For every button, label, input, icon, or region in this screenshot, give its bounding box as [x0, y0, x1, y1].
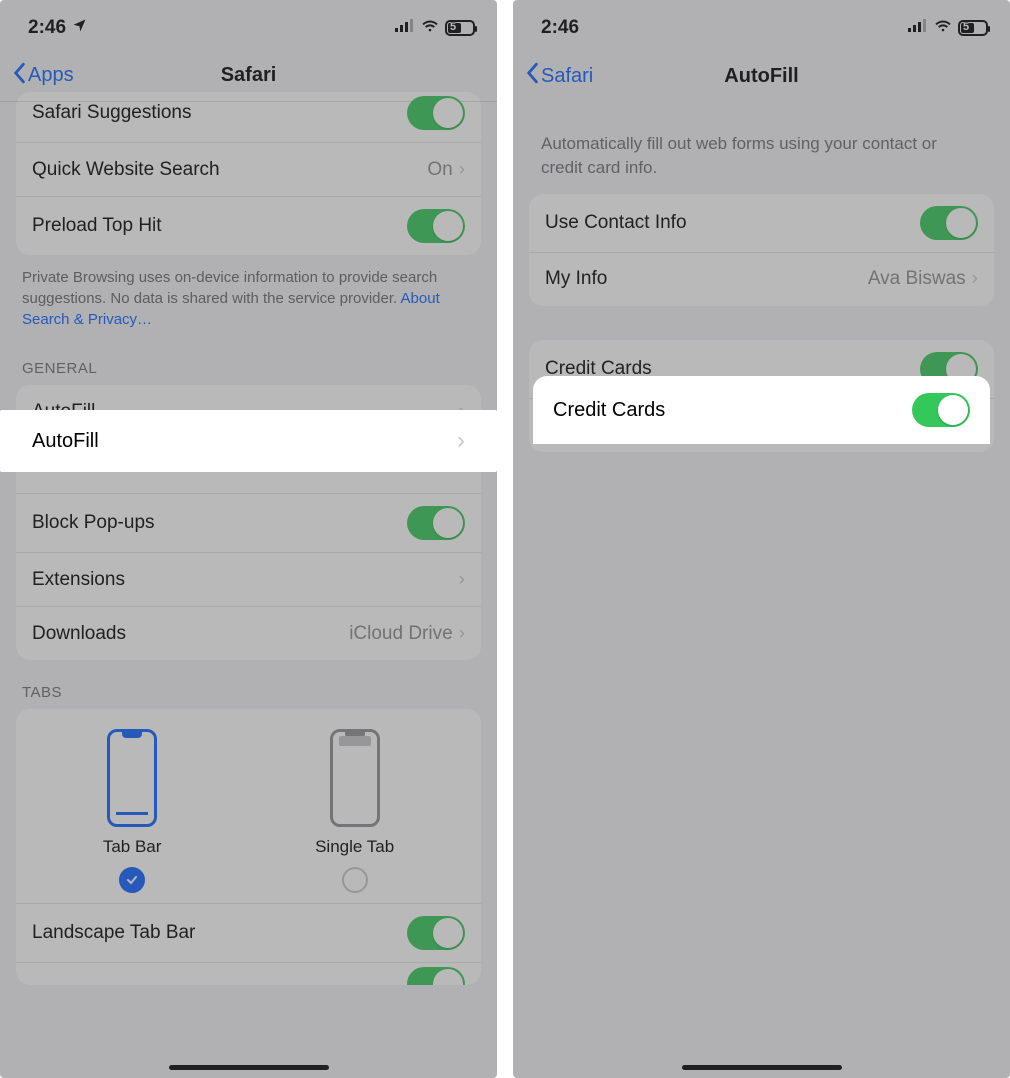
back-button[interactable]: Apps: [0, 62, 74, 90]
section-header-general: GENERAL: [0, 336, 497, 385]
wifi-icon: [934, 19, 952, 38]
home-indicator: [682, 1065, 842, 1070]
label: Block Pop-ups: [32, 512, 407, 534]
wifi-icon: [421, 19, 439, 38]
label: Landscape Tab Bar: [32, 922, 407, 944]
row-my-info[interactable]: My Info Ava Biswas ›: [529, 252, 994, 306]
phone-icon-single-tab: [330, 729, 380, 827]
status-bar: 2:46 5: [513, 0, 1010, 50]
status-time: 2:46: [28, 17, 66, 39]
nav-bar: Apps Safari: [0, 50, 497, 102]
label: Quick Website Search: [32, 159, 427, 181]
toggle-credit-cards[interactable]: [912, 393, 970, 427]
row-block-popups[interactable]: Block Pop-ups: [16, 493, 481, 552]
toggle-preload[interactable]: [407, 209, 465, 243]
nav-title: Safari: [0, 64, 497, 87]
status-time: 2:46: [541, 17, 579, 39]
chevron-right-icon: ›: [459, 569, 465, 591]
value: On: [427, 159, 452, 181]
section-header-tabs: TABS: [0, 660, 497, 709]
label: Downloads: [32, 623, 349, 645]
cellular-icon: [908, 19, 928, 38]
tab-layout-picker: Tab Bar Single Tab: [16, 709, 481, 903]
section-description: Automatically fill out web forms using y…: [513, 102, 1010, 194]
option-label: Tab Bar: [103, 837, 162, 857]
chevron-right-icon: ›: [459, 623, 465, 645]
toggle-block-popups[interactable]: [407, 506, 465, 540]
battery-icon: 5: [958, 20, 988, 36]
label: My Info: [545, 268, 868, 290]
label: Safari Suggestions: [32, 102, 407, 124]
label: Extensions: [32, 569, 459, 591]
value: Ava Biswas: [868, 268, 966, 290]
label: Preload Top Hit: [32, 215, 407, 237]
highlighted-row-credit-cards[interactable]: Credit Cards: [533, 376, 990, 444]
radio-icon: [342, 867, 368, 893]
option-label: Single Tab: [315, 837, 394, 857]
toggle-use-contact[interactable]: [920, 206, 978, 240]
row-preload-top-hit[interactable]: Preload Top Hit: [16, 196, 481, 255]
back-label: Apps: [28, 64, 74, 87]
chevron-right-icon: ›: [459, 159, 465, 181]
cellular-icon: [395, 19, 415, 38]
row-downloads[interactable]: Downloads iCloud Drive ›: [16, 606, 481, 660]
row-quick-website-search[interactable]: Quick Website Search On ›: [16, 142, 481, 196]
home-indicator: [169, 1065, 329, 1070]
label: Credit Cards: [553, 399, 912, 422]
highlighted-row-autofill[interactable]: AutoFill ›: [0, 410, 497, 472]
toggle-partial[interactable]: [407, 967, 465, 985]
value: iCloud Drive: [349, 623, 452, 645]
row-landscape-tab-bar[interactable]: Landscape Tab Bar: [16, 903, 481, 962]
battery-icon: 5: [445, 20, 475, 36]
chevron-left-icon: [525, 62, 539, 90]
option-single-tab[interactable]: Single Tab: [315, 729, 394, 893]
section-footer: Private Browsing uses on-device informat…: [0, 255, 497, 336]
label: AutoFill: [32, 430, 457, 453]
label: Use Contact Info: [545, 212, 920, 234]
row-use-contact-info[interactable]: Use Contact Info: [529, 194, 994, 252]
radio-selected-icon: [119, 867, 145, 893]
phone-icon-tab-bar: [107, 729, 157, 827]
back-label: Safari: [541, 65, 593, 88]
chevron-right-icon: ›: [972, 268, 978, 290]
toggle-landscape[interactable]: [407, 916, 465, 950]
chevron-left-icon: [12, 62, 26, 90]
status-bar: 2:46 5: [0, 0, 497, 50]
nav-bar: Safari AutoFill: [513, 50, 1010, 102]
option-tab-bar[interactable]: Tab Bar: [103, 729, 162, 893]
chevron-right-icon: ›: [457, 427, 465, 455]
toggle-safari-suggestions[interactable]: [407, 96, 465, 130]
row-extensions[interactable]: Extensions ›: [16, 552, 481, 606]
back-button[interactable]: Safari: [513, 62, 593, 90]
location-icon: [72, 17, 87, 39]
